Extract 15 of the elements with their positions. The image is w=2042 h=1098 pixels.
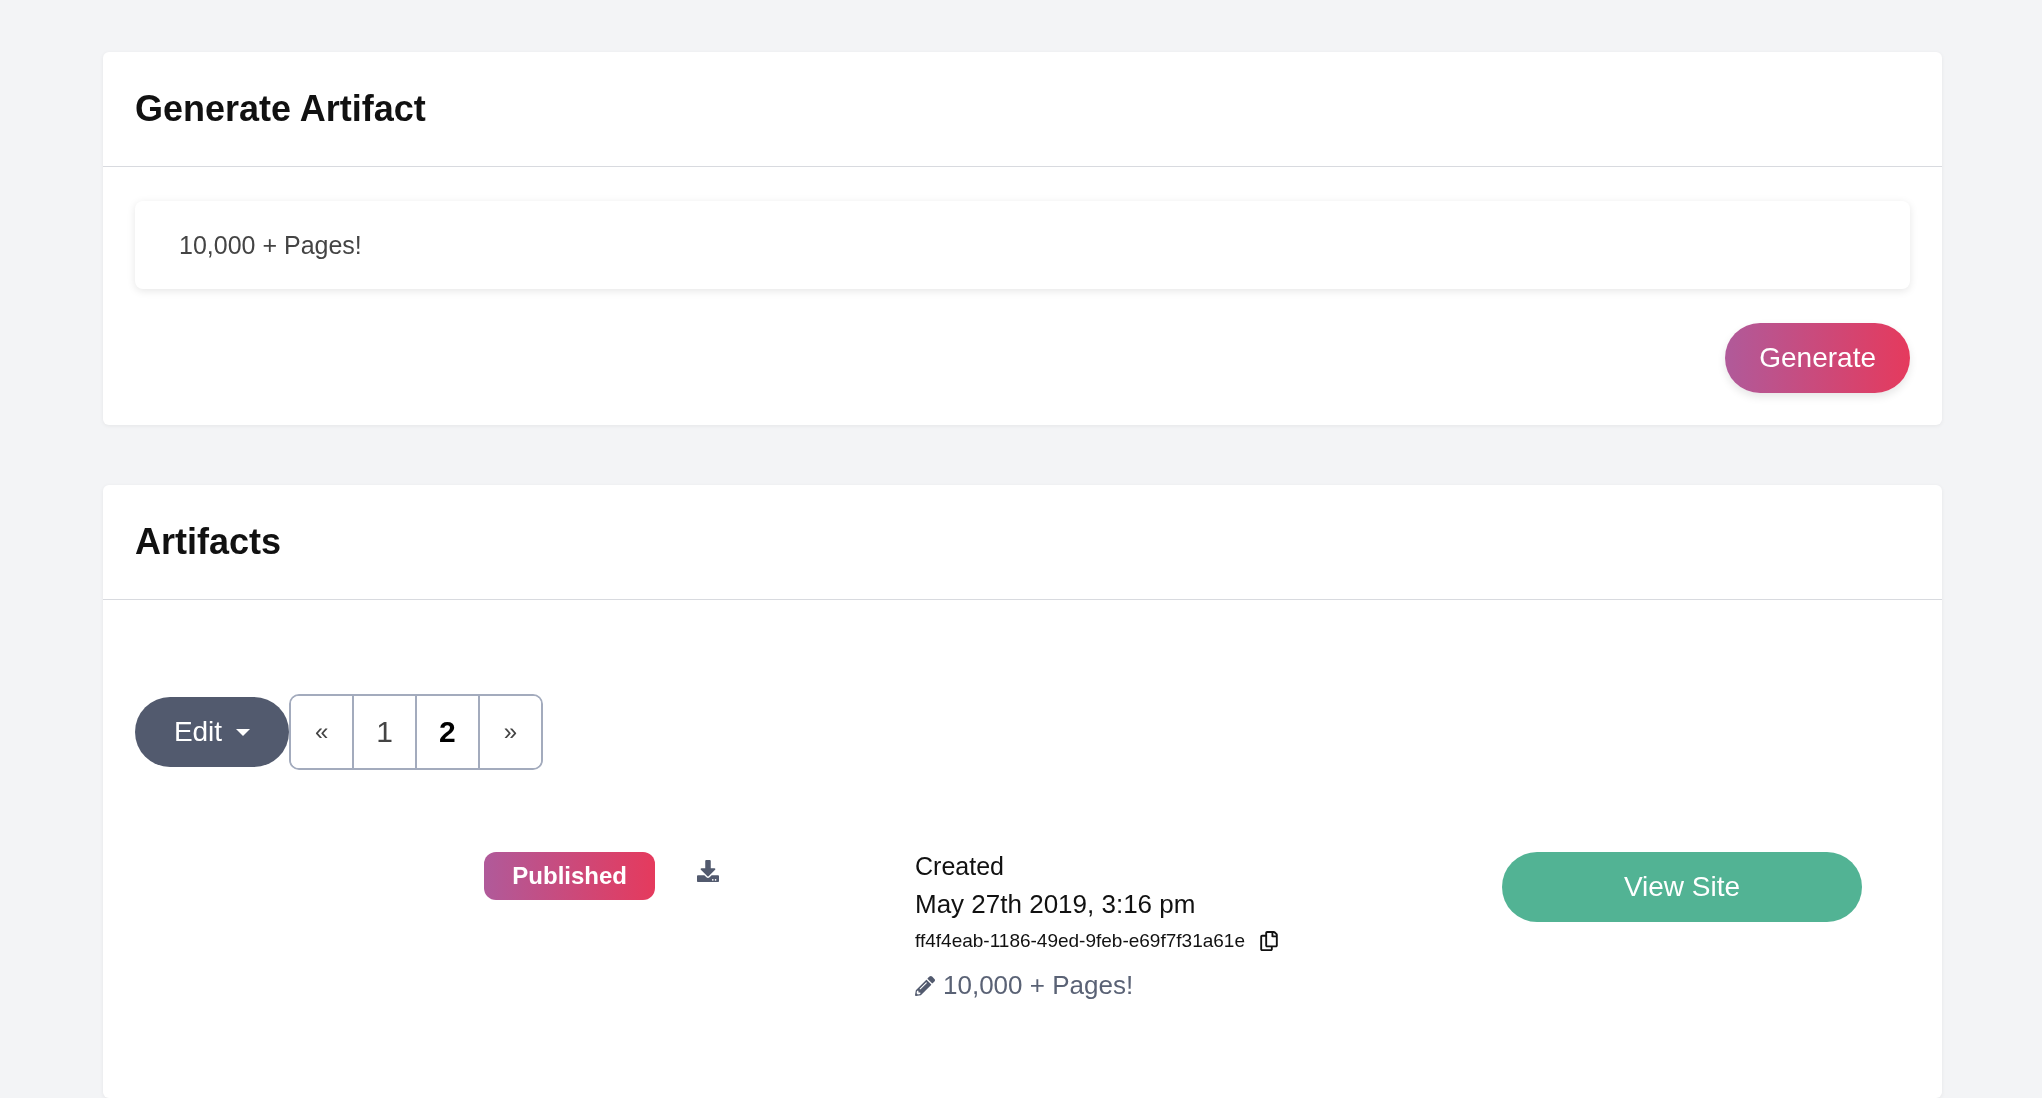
caret-icon bbox=[236, 728, 251, 736]
created-date: May 27th 2019, 3:16 pm bbox=[915, 889, 1197, 920]
artifact-id: ff4f4eab-1186-49ed-9feb-e69f7f31a61e bbox=[915, 930, 1245, 952]
pencil-icon bbox=[915, 975, 935, 996]
download-icon[interactable] bbox=[697, 860, 719, 882]
status-badge: Published bbox=[484, 852, 655, 900]
card-title: Generate Artifact bbox=[135, 88, 426, 130]
input-field[interactable]: 10,000 + Pages! bbox=[135, 201, 1910, 289]
copy-icon[interactable] bbox=[1258, 931, 1279, 951]
card-title: Artifacts bbox=[135, 521, 282, 563]
artifact-description: 10,000 + Pages! bbox=[943, 970, 1134, 1001]
next-page-button[interactable]: » bbox=[477, 696, 542, 768]
created-label: Created bbox=[915, 852, 1005, 881]
edit-dropdown-button[interactable]: Edit bbox=[135, 697, 289, 767]
generate-button[interactable]: Generate bbox=[1725, 323, 1910, 393]
